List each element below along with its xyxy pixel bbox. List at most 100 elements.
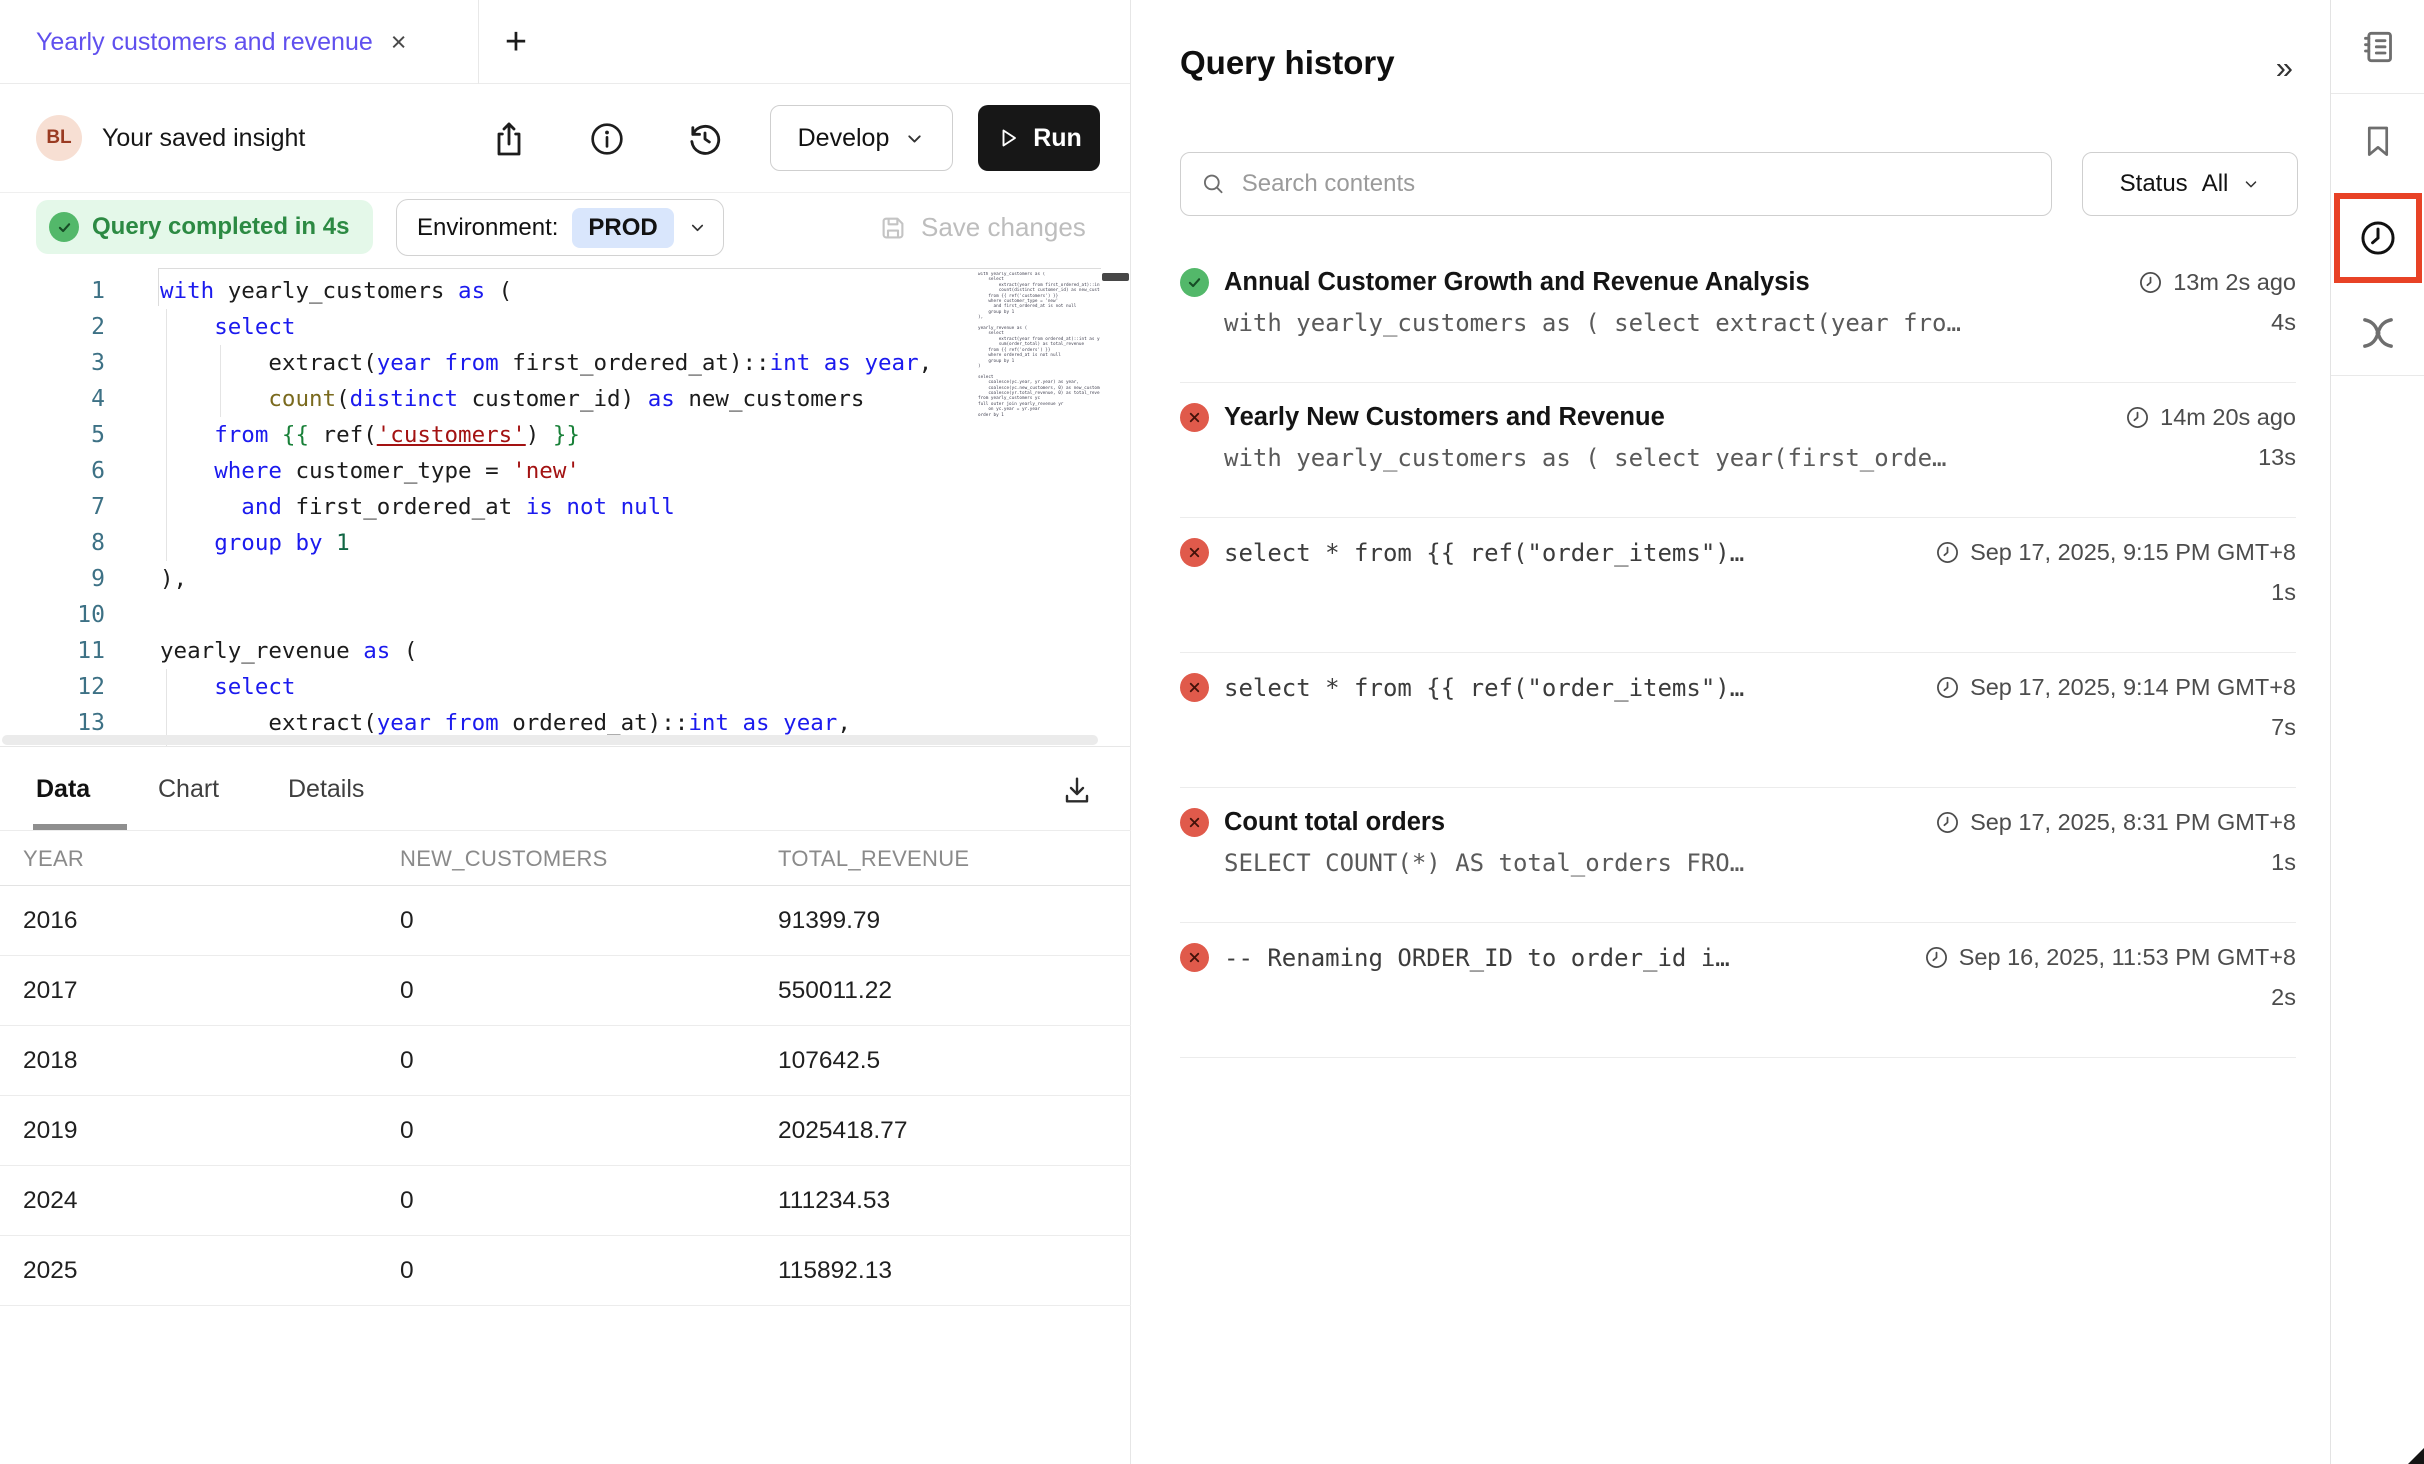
line-number: 9 [0,561,105,597]
table-row[interactable]: 201902025418.77 [0,1096,1131,1166]
version-history-button[interactable] [684,118,726,160]
history-item-duration: 7s [2271,714,2296,741]
code-line[interactable]: 3 extract(year from first_ordered_at)::i… [0,345,978,381]
table-body: 2016091399.7920170550011.2220180107642.5… [0,886,1131,1306]
line-number: 3 [0,345,105,381]
code-line[interactable]: 9), [0,561,978,597]
line-number: 2 [0,309,105,345]
history-item[interactable]: -- Renaming ORDER_ID to order_id i…Sep 1… [1180,923,2296,1058]
error-status-icon [1180,673,1209,702]
tab-details[interactable]: Details [288,747,364,831]
save-icon [878,213,908,243]
environment-selector[interactable]: Environment: PROD [396,199,724,256]
download-results-button[interactable] [1058,771,1096,809]
bookmarks-panel-button[interactable] [2331,112,2424,170]
notebook-panel-button[interactable] [2331,18,2424,76]
code-line[interactable]: 10 [0,597,978,633]
collapse-panel-button[interactable]: » [2276,50,2290,86]
code-text: extract(year from first_ordered_at)::int… [160,345,932,381]
table-cell: 0 [377,907,755,935]
code-line[interactable]: 11yearly_revenue as ( [0,633,978,669]
avatar: BL [36,115,82,161]
history-item[interactable]: select * from {{ ref("order_items")…Sep … [1180,518,2296,653]
code-line[interactable]: 4 count(distinct customer_id) as new_cus… [0,381,978,417]
sql-editor[interactable]: 1with yearly_customers as (2 select3 ext… [0,268,1131,746]
tab-data[interactable]: Data [36,747,90,831]
code-line[interactable]: 6 where customer_type = 'new' [0,453,978,489]
table-row[interactable]: 2016091399.79 [0,886,1131,956]
line-number: 7 [0,489,105,525]
editor-scrollbar-thumb[interactable] [1102,273,1129,281]
tab-yearly-customers[interactable]: Yearly customers and revenue × [36,0,407,84]
editor-horizontal-scrollbar[interactable] [2,735,1098,745]
table-row[interactable]: 20170550011.22 [0,956,1131,1026]
close-icon[interactable]: × [391,29,407,56]
history-item[interactable]: Count total ordersSep 17, 2025, 8:31 PM … [1180,788,2296,923]
share-icon [489,119,529,159]
table-row[interactable]: 20180107642.5 [0,1026,1131,1096]
clock-icon [1935,675,1960,700]
environment-value: PROD [572,208,673,248]
editor-top-border [158,268,1101,269]
history-item[interactable]: Yearly New Customers and Revenue14m 20s … [1180,383,2296,518]
code-line[interactable]: 8 group by 1 [0,525,978,561]
save-changes-button[interactable]: Save changes [878,199,1086,256]
table-row[interactable]: 20250115892.13 [0,1236,1131,1306]
history-item-duration: 2s [2271,984,2296,1011]
history-icon [685,119,725,159]
status-filter-value: All [2202,170,2229,198]
history-search[interactable] [1180,152,2052,216]
info-icon [587,119,627,159]
share-button[interactable] [488,118,530,160]
editor-minimap[interactable]: with yearly_customers as ( select extrac… [978,272,1100,734]
history-item[interactable]: select * from {{ ref("order_items")…Sep … [1180,653,2296,788]
tab-chart[interactable]: Chart [158,747,219,831]
query-editor-panel: Yearly customers and revenue × + BL Your… [0,0,1131,1464]
line-number: 6 [0,453,105,489]
bookmark-icon [2359,122,2397,160]
journal-icon [2358,27,2398,67]
code-line[interactable]: 1with yearly_customers as ( [0,273,978,309]
code-line[interactable]: 12 select [0,669,978,705]
table-cell: 2016 [0,907,377,935]
query-history-panel-button[interactable] [2334,193,2422,283]
info-button[interactable] [586,118,628,160]
table-cell: 91399.79 [755,907,1131,935]
new-tab-button[interactable]: + [490,0,542,84]
history-item-query-preview: SELECT COUNT(*) AS total_orders FRO… [1224,849,1744,877]
code-text: group by 1 [160,525,350,561]
search-input[interactable] [1242,170,2031,198]
run-label: Run [1033,124,1082,153]
code-text: count(distinct customer_id) as new_custo… [160,381,864,417]
tab-bar: Yearly customers and revenue × + [0,0,1130,84]
table-cell: 550011.22 [755,977,1131,1005]
play-icon [996,126,1020,150]
chevron-down-icon [904,128,925,149]
code-text: and first_ordered_at is not null [160,489,675,525]
history-item[interactable]: Annual Customer Growth and Revenue Analy… [1180,248,2296,383]
status-filter-label: Status [2120,170,2188,198]
status-filter-dropdown[interactable]: Status All [2082,152,2298,216]
line-number: 10 [0,597,105,633]
model-explorer-button[interactable] [2331,302,2424,364]
code-line[interactable]: 7 and first_ordered_at is not null [0,489,978,525]
history-item-title: Yearly New Customers and Revenue [1224,403,1665,432]
code-area[interactable]: 1with yearly_customers as (2 select3 ext… [0,273,978,741]
code-text: where customer_type = 'new' [160,453,580,489]
history-item-query-preview: with yearly_customers as ( select year(f… [1224,444,1946,472]
table-cell: 0 [377,1187,755,1215]
clock-icon [2357,217,2399,259]
table-row[interactable]: 20240111234.53 [0,1166,1131,1236]
clock-icon [2138,270,2163,295]
code-text: ), [160,561,187,597]
code-line[interactable]: 5 from {{ ref('customers') }} [0,417,978,453]
line-number: 1 [0,273,105,309]
clock-icon [2125,405,2150,430]
resize-corner [2408,1448,2424,1464]
develop-dropdown[interactable]: Develop [770,105,953,171]
save-changes-label: Save changes [921,212,1086,243]
line-number: 8 [0,525,105,561]
code-text: yearly_revenue as ( [160,633,417,669]
run-button[interactable]: Run [978,105,1100,171]
code-line[interactable]: 2 select [0,309,978,345]
